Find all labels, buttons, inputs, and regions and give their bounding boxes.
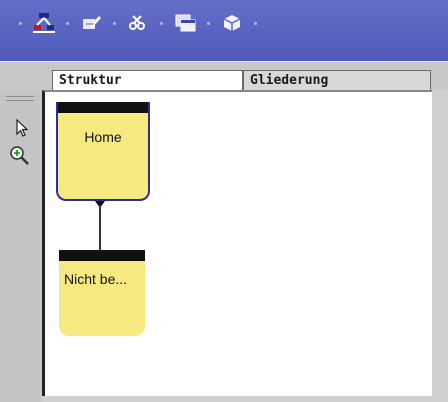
tab-gliederung[interactable]: Gliederung (243, 70, 431, 91)
toolbar-tools (10, 10, 266, 36)
connector-line (99, 205, 101, 251)
toolbar-separator (19, 21, 22, 25)
tab-struktur-label: Struktur (59, 73, 122, 88)
toolbar-separator (113, 21, 116, 25)
side-divider (6, 100, 34, 101)
node-header-bar (59, 250, 145, 261)
package-icon[interactable] (219, 11, 245, 35)
side-divider (6, 96, 34, 97)
side-toolbar (0, 90, 40, 402)
canvas-frame-right (432, 90, 448, 402)
node-home[interactable]: Home (56, 102, 150, 201)
tab-strip: Struktur Gliederung (0, 61, 448, 93)
node-header-bar (58, 102, 148, 113)
node-home-label: Home (84, 129, 122, 145)
node-nicht-be-label: Nicht be... (64, 271, 128, 287)
canvas-frame-bottom (42, 396, 448, 402)
node-nicht-be[interactable]: Nicht be... (59, 250, 145, 336)
toolbar-separator (254, 21, 257, 25)
tab-gliederung-label: Gliederung (250, 73, 329, 88)
pointer-icon[interactable] (12, 118, 32, 138)
window-copy-icon[interactable] (172, 11, 198, 35)
edit-page-icon[interactable] (78, 11, 104, 35)
cut-icon[interactable] (125, 11, 151, 35)
zoom-in-icon[interactable] (8, 144, 29, 165)
main-toolbar (0, 0, 448, 61)
sitemap-icon[interactable] (31, 11, 57, 35)
toolbar-separator (160, 21, 163, 25)
toolbar-separator (207, 21, 210, 25)
toolbar-separator (66, 21, 69, 25)
